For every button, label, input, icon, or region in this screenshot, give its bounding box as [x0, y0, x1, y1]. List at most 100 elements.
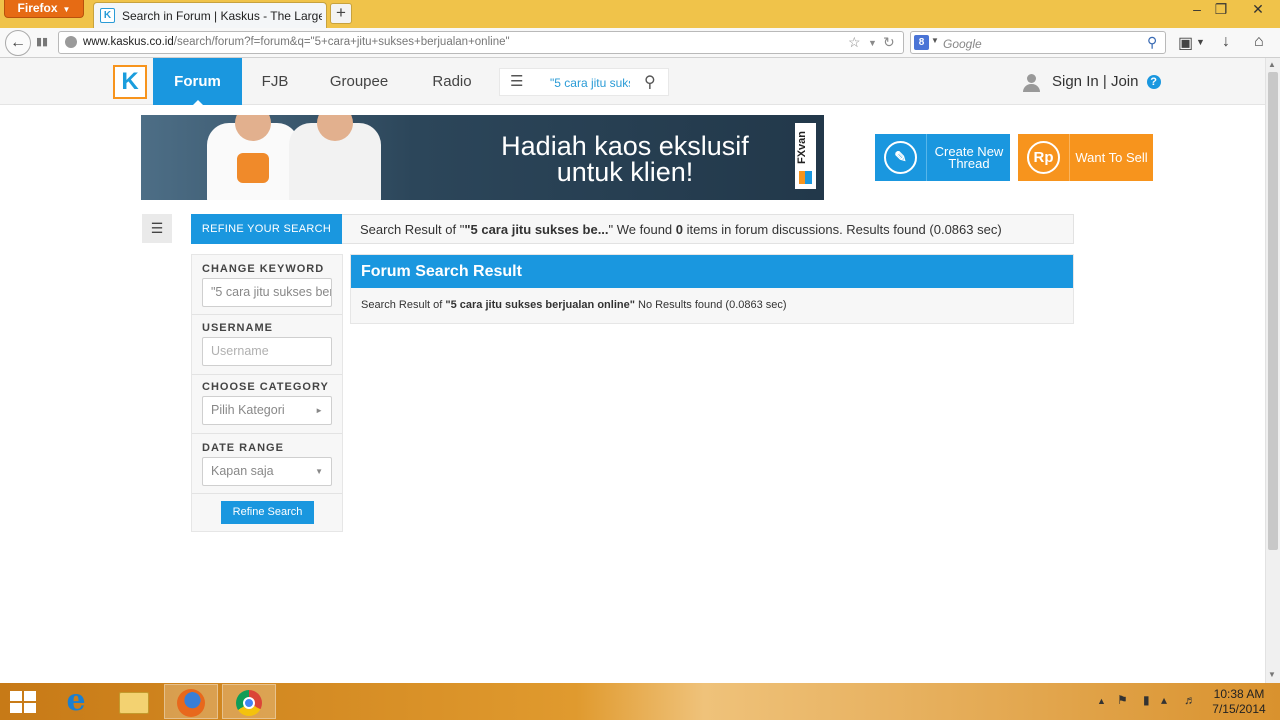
result-summary: Search Result of ""5 cara jitu sukses be…: [342, 214, 1074, 244]
summary-prefix: Search Result of ": [360, 222, 465, 237]
divider: [192, 433, 342, 434]
keyword-input[interactable]: "5 cara jitu sukses berjualan online": [202, 278, 332, 307]
volume-icon[interactable]: ♬: [1184, 693, 1196, 707]
windows-start-button[interactable]: [10, 691, 36, 713]
tshirt-model-image: [207, 115, 299, 200]
scroll-up-icon[interactable]: ▲: [1268, 60, 1276, 69]
firefox-taskbar-icon[interactable]: [164, 684, 218, 719]
create-thread-button[interactable]: ✎ Create New Thread: [875, 134, 1010, 181]
site-search-input[interactable]: "5 cara jitu sukses berjualan online": [550, 76, 630, 90]
keyword-label: CHANGE KEYWORD: [202, 263, 325, 275]
summary-count: 0: [675, 222, 684, 237]
home-icon[interactable]: ⌂: [1254, 33, 1264, 51]
scrollbar-thumb[interactable]: [1268, 72, 1278, 550]
url-bar[interactable]: www.kaskus.co.id/search/forum?f=forum&q=…: [58, 31, 904, 54]
kaskus-favicon-icon: K: [100, 8, 115, 23]
firefox-menu-button[interactable]: Firefox ▼: [4, 0, 84, 18]
url-path: /search/forum?f=forum&q="5+cara+jitu+suk…: [173, 36, 510, 48]
fxvan-logo: FXvan: [795, 123, 816, 189]
list-icon[interactable]: ☰: [510, 72, 523, 90]
nav-groupee[interactable]: Groupee: [318, 58, 400, 105]
minimize-button[interactable]: –: [1184, 0, 1210, 18]
chevron-down-icon: ▼: [315, 467, 323, 476]
divider: [192, 374, 342, 375]
want-to-sell-label: Want To Sell: [1075, 149, 1148, 165]
windows-taskbar: e ▲ ⚑ ▮ ▴ ♬ 10:38 AM 7/15/2014: [0, 683, 1280, 720]
join-link[interactable]: Join: [1111, 73, 1139, 90]
chevron-right-icon: ►: [315, 406, 323, 415]
file-explorer-taskbar-icon[interactable]: [107, 684, 161, 719]
clock-date: 7/15/2014: [1212, 702, 1266, 716]
web-search-placeholder: Google: [943, 37, 982, 51]
help-icon[interactable]: ?: [1146, 75, 1161, 89]
web-search-bar[interactable]: 8 ▼ Google ⚲: [910, 31, 1166, 54]
chevron-down-icon[interactable]: ▼: [1196, 37, 1205, 47]
chevron-down-icon[interactable]: ▼: [931, 36, 939, 45]
history-icon[interactable]: ▮▮: [36, 35, 50, 49]
category-value: Pilih Kategori: [211, 403, 285, 417]
create-thread-label: Create New Thread: [934, 143, 1004, 171]
bookmark-star-icon[interactable]: ☆: [848, 34, 861, 51]
tray-expand-icon[interactable]: ▲: [1097, 696, 1106, 706]
url-text[interactable]: www.kaskus.co.id/search/forum?f=forum&q=…: [83, 36, 510, 48]
auth-links: Sign In | Join ?: [1052, 73, 1161, 90]
browser-titlebar: Firefox ▼ K Search in Forum | Kaskus - Th…: [0, 0, 1280, 28]
summary-suffix: items in forum discussions. Results foun…: [683, 222, 1002, 237]
browser-tab-active[interactable]: K Search in Forum | Kaskus - The Largest…: [93, 2, 327, 28]
date-range-value: Kapan saja: [211, 464, 274, 478]
google-engine-icon[interactable]: 8: [914, 35, 929, 50]
summary-query: "5 cara jitu sukses be...: [464, 222, 609, 237]
site-identity-icon[interactable]: [65, 36, 77, 48]
results-message: Search Result of "5 cara jitu sukses ber…: [361, 299, 787, 311]
category-label: CHOOSE CATEGORY: [202, 381, 329, 393]
browser-navbar: ← ▮▮ www.kaskus.co.id/search/forum?f=for…: [0, 28, 1280, 58]
nav-fjb[interactable]: FJB: [252, 58, 298, 105]
username-input[interactable]: Username: [202, 337, 332, 366]
summary-mid: " We found: [608, 222, 676, 237]
forum-results-panel: Forum Search Result Search Result of "5 …: [350, 254, 1074, 324]
reload-icon[interactable]: ↻: [883, 34, 895, 51]
category-select[interactable]: Pilih Kategori ►: [202, 396, 332, 425]
chrome-taskbar-icon[interactable]: [222, 684, 276, 719]
divider: [192, 493, 342, 494]
refine-search-button[interactable]: Refine Search: [221, 501, 314, 524]
site-header: K Forum FJB Groupee Radio ☰ "5 cara jitu…: [0, 58, 1265, 105]
tshirt-model-image: [289, 115, 381, 200]
page-scrollbar[interactable]: ▲ ▼: [1265, 58, 1280, 683]
nav-radio[interactable]: Radio: [420, 58, 484, 105]
download-icon[interactable]: ↓: [1222, 33, 1230, 51]
search-icon[interactable]: ⚲: [644, 72, 656, 92]
refine-filter-panel: CHANGE KEYWORD "5 cara jitu sukses berju…: [191, 254, 343, 532]
date-range-select[interactable]: Kapan saja ▼: [202, 457, 332, 486]
action-center-icon[interactable]: ⚑: [1117, 693, 1128, 707]
promo-banner[interactable]: Hadiah kaos ekslusif untuk klien!: [141, 115, 824, 200]
username-label: USERNAME: [202, 322, 273, 334]
maximize-button[interactable]: ❐: [1208, 0, 1234, 18]
results-suffix: No Results found (0.0863 sec): [634, 299, 787, 311]
sidebar-toggle-icon[interactable]: ☰: [142, 214, 172, 243]
kaskus-logo[interactable]: K: [113, 65, 147, 99]
sign-in-link[interactable]: Sign In: [1052, 73, 1099, 90]
network-icon[interactable]: ▴: [1161, 693, 1167, 707]
site-search-box[interactable]: ☰ "5 cara jitu sukses berjualan online" …: [499, 68, 669, 96]
back-button[interactable]: ←: [5, 30, 31, 56]
nav-forum[interactable]: Forum: [153, 58, 242, 105]
search-icon[interactable]: ⚲: [1147, 34, 1157, 51]
close-window-button[interactable]: ✕: [1240, 0, 1276, 18]
url-host: www.kaskus.co.id: [83, 36, 174, 48]
date-range-label: DATE RANGE: [202, 442, 284, 454]
rupiah-icon: Rp: [1027, 141, 1060, 174]
user-icon: [1022, 74, 1040, 92]
want-to-sell-button[interactable]: Rp Want To Sell: [1018, 134, 1153, 181]
internet-explorer-taskbar-icon[interactable]: e: [50, 684, 104, 719]
battery-icon[interactable]: ▮: [1143, 693, 1150, 707]
refine-search-tab[interactable]: REFINE YOUR SEARCH: [191, 214, 342, 244]
clock-time: 10:38 AM: [1213, 687, 1265, 701]
system-clock[interactable]: 10:38 AM 7/15/2014: [1206, 687, 1272, 717]
scroll-down-icon[interactable]: ▼: [1268, 670, 1276, 679]
url-dropdown-icon[interactable]: ▼: [868, 38, 877, 48]
screenshot-icon[interactable]: ▣: [1178, 33, 1193, 53]
chevron-down-icon: ▼: [62, 5, 71, 14]
new-tab-button[interactable]: +: [330, 3, 352, 24]
tab-title: Search in Forum | Kaskus - The Largest I…: [122, 9, 322, 23]
